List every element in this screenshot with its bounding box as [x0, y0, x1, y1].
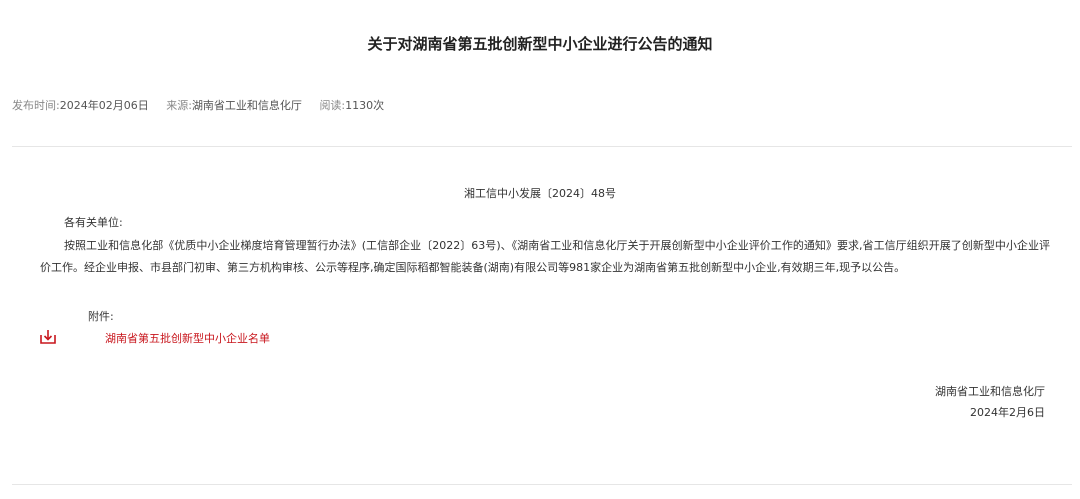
- publish-date-label: 发布时间:: [12, 99, 60, 112]
- publish-date-value: 2024年02月06日: [59, 99, 149, 112]
- attachment-link[interactable]: 湖南省第五批创新型中小企业名单: [105, 330, 270, 348]
- article-body: 按照工业和信息化部《优质中小企业梯度培育管理暂行办法》(工信部企业〔2022〕6…: [40, 239, 1050, 274]
- download-icon[interactable]: [39, 329, 57, 345]
- source: 来源:湖南省工业和信息化厅: [166, 99, 305, 112]
- document-number: 湘工信中小发展〔2024〕48号: [464, 187, 616, 200]
- publish-date: 发布时间:2024年02月06日: [12, 99, 152, 112]
- signature-org: 湖南省工业和信息化厅: [935, 385, 1045, 398]
- view-count-label: 阅读:: [319, 99, 346, 112]
- attachment-label: 附件:: [88, 310, 114, 323]
- footer-divider: [12, 484, 1072, 485]
- addressee: 各有关单位:: [64, 216, 123, 229]
- signature-date: 2024年2月6日: [970, 406, 1045, 419]
- source-value: 湖南省工业和信息化厅: [191, 99, 302, 112]
- source-label: 来源:: [166, 99, 192, 112]
- signature-block: 湖南省工业和信息化厅 2024年2月6日: [935, 381, 1045, 423]
- view-count: 阅读:1130次: [319, 99, 384, 112]
- view-count-value: 1130次: [345, 99, 385, 112]
- header-divider: [12, 146, 1072, 147]
- article-meta: 发布时间:2024年02月06日 来源:湖南省工业和信息化厅 阅读:1130次: [12, 97, 398, 115]
- article-title: 关于对湖南省第五批创新型中小企业进行公告的通知: [367, 35, 713, 53]
